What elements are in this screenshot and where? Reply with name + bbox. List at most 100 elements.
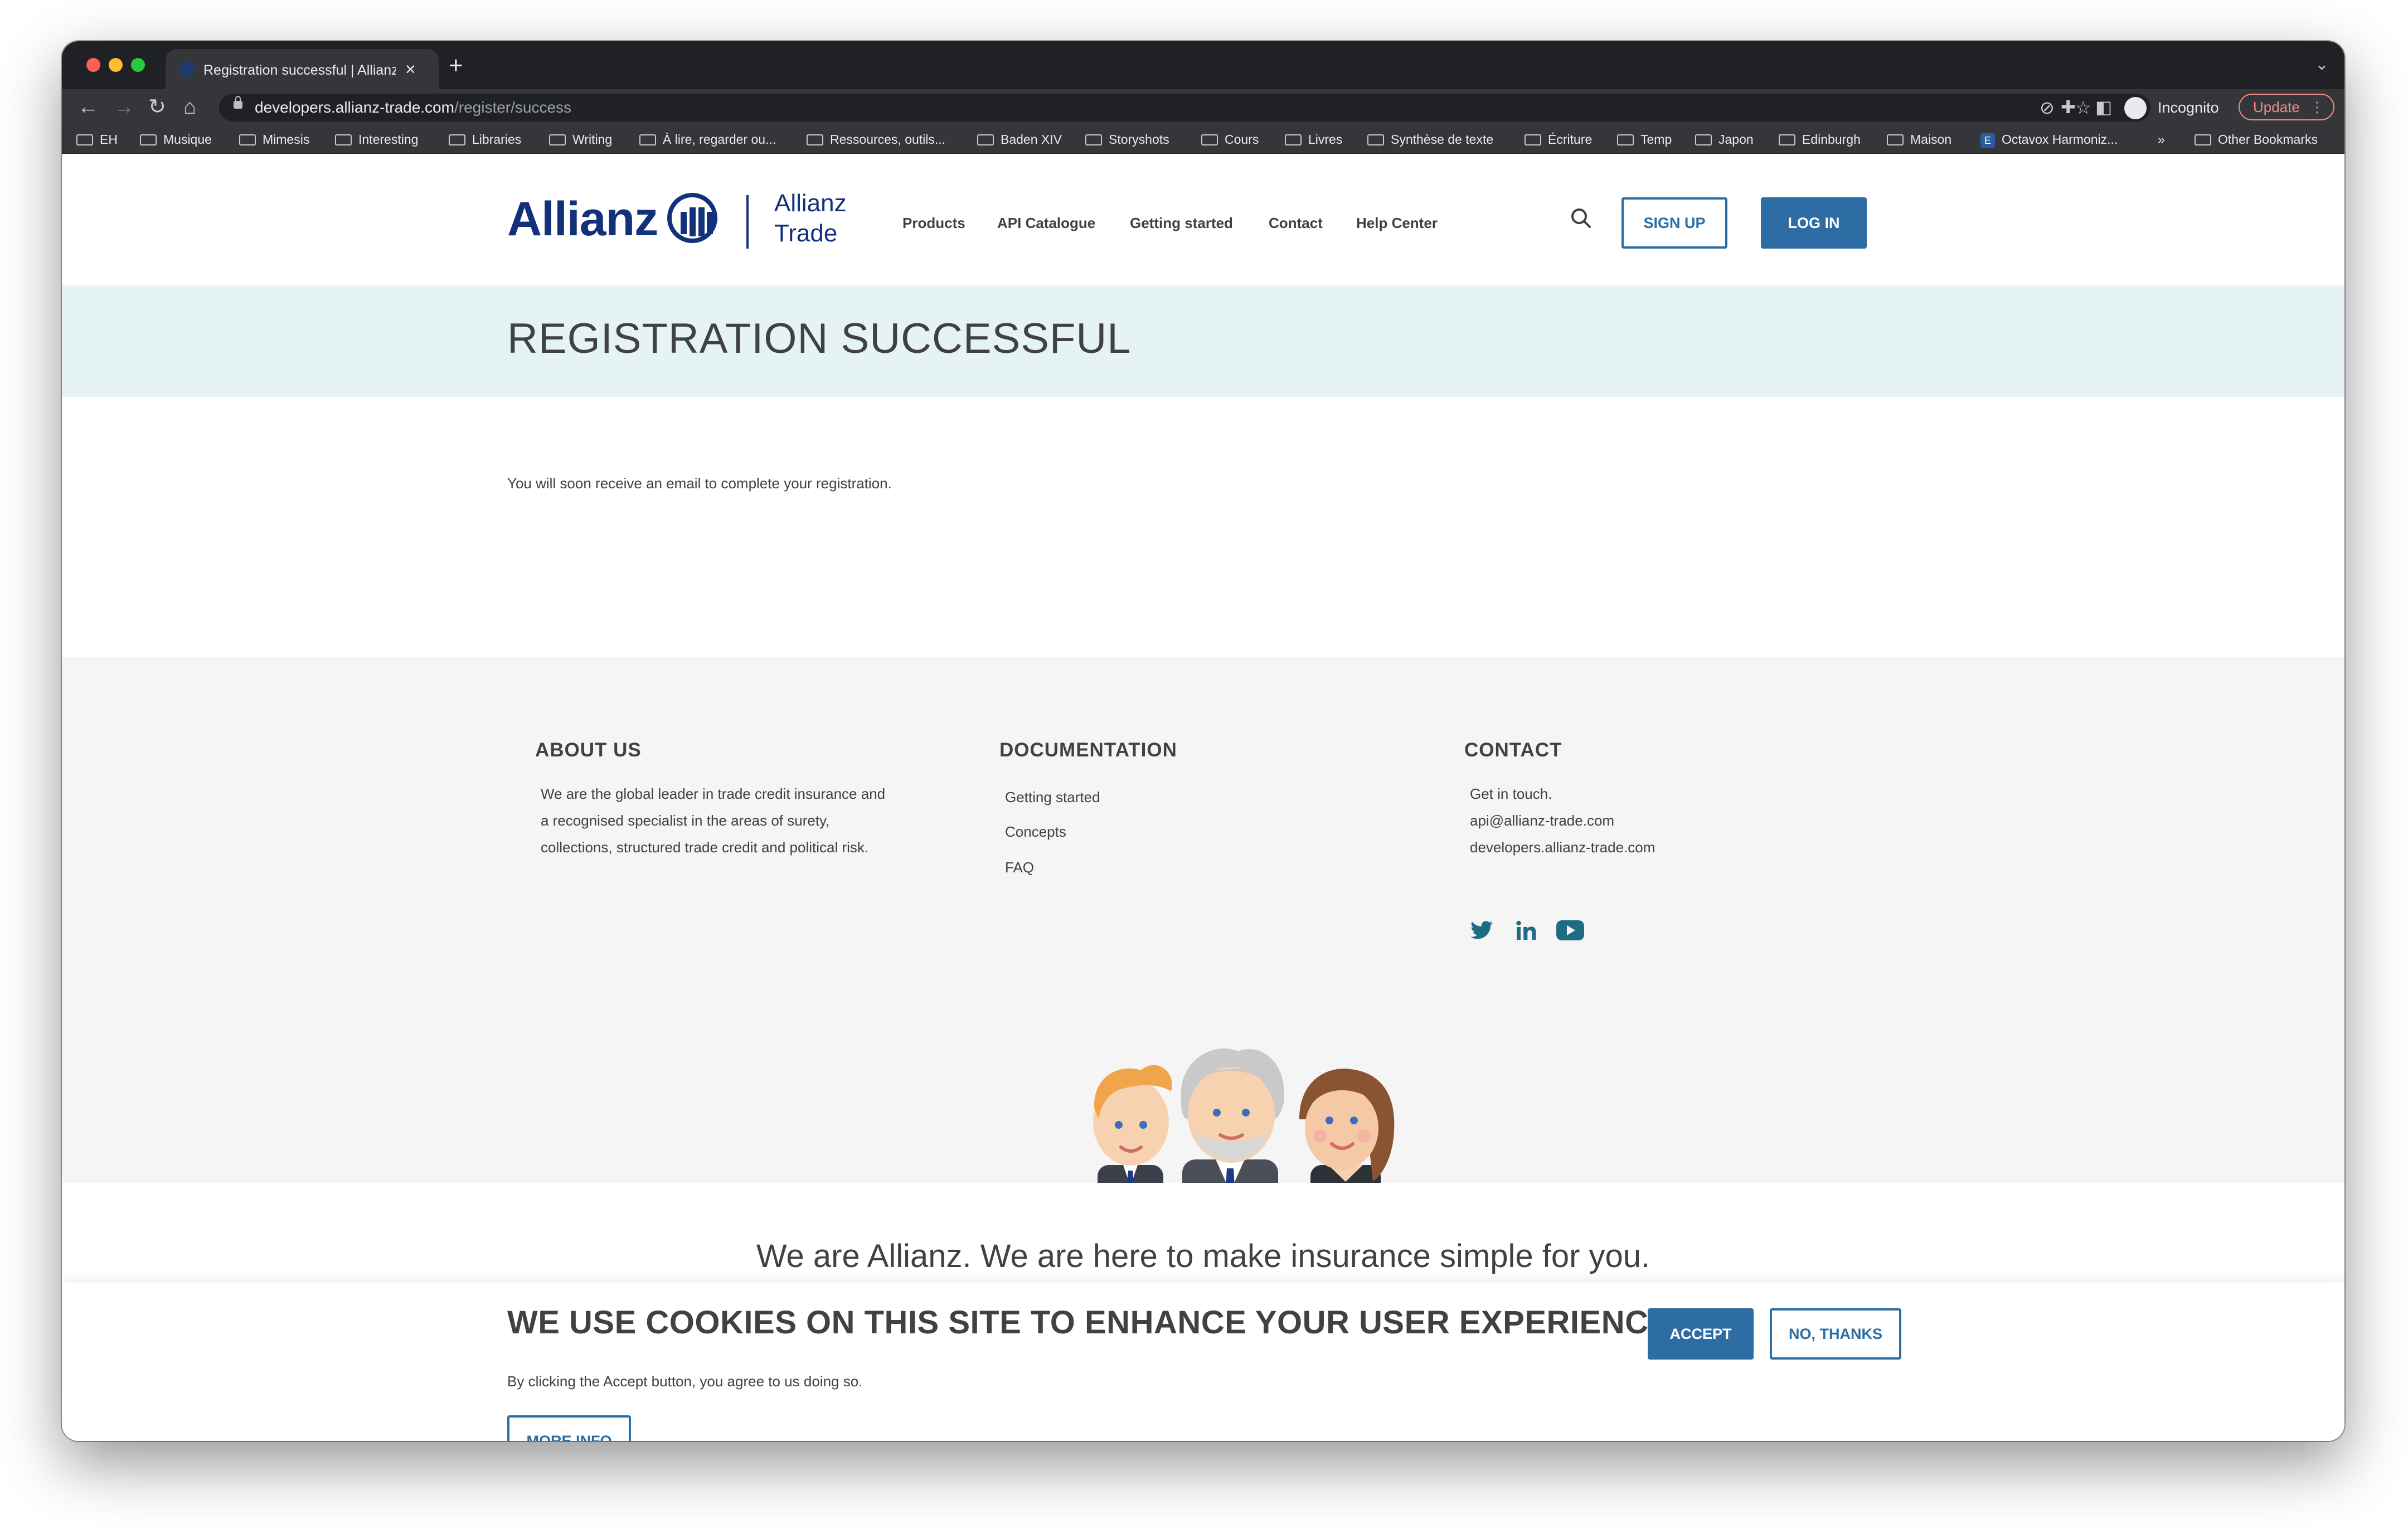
bookmarks-bar: EH Musique Mimesis Interesting Libraries… [62, 125, 2344, 154]
contact-heading: CONTACT [1464, 739, 1562, 761]
bookmark-item[interactable]: Livres [1285, 130, 1342, 148]
folder-icon [1525, 134, 1541, 145]
about-us-text: We are the global leader in trade credit… [541, 785, 886, 856]
url-text[interactable]: developers.allianz-trade.com/register/su… [255, 98, 571, 117]
browser-tab[interactable]: Registration successful | Allianz × [166, 49, 439, 89]
contact-site-link[interactable]: developers.allianz-trade.com [1470, 834, 1655, 861]
home-icon[interactable]: ⌂ [183, 95, 196, 119]
folder-icon [549, 134, 566, 145]
doc-link-concepts[interactable]: Concepts [1005, 823, 1066, 841]
log-in-button[interactable]: LOG IN [1761, 197, 1867, 249]
accept-cookies-button[interactable]: ACCEPT [1648, 1308, 1754, 1360]
bookmark-item[interactable]: Storyshots [1085, 130, 1169, 148]
allianz-trade-logo-text[interactable]: Allianz Trade [774, 188, 847, 249]
contact-email-link[interactable]: api@allianz-trade.com [1470, 807, 1655, 834]
people-illustration [1093, 1048, 1395, 1203]
tab-close-icon[interactable]: × [405, 59, 416, 79]
folder-icon [1887, 134, 1904, 145]
bookmark-item[interactable]: Japon [1695, 130, 1754, 148]
favicon-icon [179, 61, 195, 77]
folder-icon [335, 134, 352, 145]
bookmark-item[interactable]: Interesting [335, 130, 418, 148]
lock-icon [234, 96, 242, 109]
bookmark-item[interactable]: E Octavox Harmoniz... [1980, 130, 2118, 148]
close-window-button[interactable] [86, 58, 100, 72]
folder-icon [1367, 134, 1384, 145]
bookmark-item[interactable]: Ressources, outils... [807, 130, 945, 148]
octavox-favicon-icon: E [1980, 133, 1995, 148]
doc-link-getting-started[interactable]: Getting started [1005, 788, 1100, 806]
bookmark-item[interactable]: Baden XIV [977, 130, 1062, 148]
nav-getting-started[interactable]: Getting started [1130, 214, 1233, 232]
confirmation-message: You will soon receive an email to comple… [507, 475, 892, 492]
twitter-icon[interactable] [1470, 920, 1494, 940]
doc-link-faq[interactable]: FAQ [1005, 858, 1034, 876]
tab-title: Registration successful | Allianz [203, 62, 396, 78]
about-us-heading: ABOUT US [535, 739, 642, 761]
contact-text: Get in touch. api@allianz-trade.com deve… [1470, 780, 1655, 861]
sign-up-button[interactable]: SIGN UP [1621, 197, 1727, 249]
browser-toolbar: ← → ↻ ⌂ developers.allianz-trade.com/reg… [62, 89, 2344, 125]
incognito-label: Incognito [2158, 99, 2219, 116]
eye-off-icon[interactable]: ⊘ [2040, 97, 2055, 118]
folder-icon [977, 134, 994, 145]
update-label: Update [2253, 99, 2300, 115]
bookmark-item[interactable]: Écriture [1525, 130, 1592, 148]
folder-icon [1779, 134, 1795, 145]
back-icon[interactable]: ← [77, 95, 99, 119]
folder-icon [449, 134, 465, 145]
address-bar[interactable]: developers.allianz-trade.com/register/su… [219, 94, 2150, 122]
bookmark-item[interactable]: Writing [549, 130, 612, 148]
bookmark-item[interactable]: Temp [1617, 130, 1672, 148]
decline-cookies-button[interactable]: NO, THANKS [1770, 1308, 1901, 1360]
more-info-button[interactable]: MORE INFO [507, 1415, 631, 1441]
extensions-icon[interactable]: ✚ [2061, 95, 2076, 119]
maximize-window-button[interactable] [131, 58, 145, 72]
reload-icon[interactable]: ↻ [148, 95, 166, 119]
folder-icon [76, 134, 93, 145]
nav-contact[interactable]: Contact [1269, 214, 1323, 232]
nav-api-catalogue[interactable]: API Catalogue [997, 214, 1095, 232]
allianz-eagle-logo-icon[interactable] [667, 193, 717, 243]
cookie-text: By clicking the Accept button, you agree… [507, 1373, 863, 1390]
nav-help-center[interactable]: Help Center [1356, 214, 1438, 232]
bookmark-item[interactable]: Edinburgh [1779, 130, 1861, 148]
incognito-icon[interactable] [2124, 97, 2147, 119]
linkedin-icon[interactable] [1516, 920, 1537, 941]
folder-icon [2195, 134, 2211, 145]
search-icon[interactable] [1570, 207, 1591, 229]
forward-icon[interactable]: → [113, 95, 134, 119]
tab-search-chevron-icon[interactable]: ⌄ [2315, 55, 2329, 74]
logo-divider [746, 195, 749, 249]
star-icon[interactable]: ☆ [2075, 97, 2091, 118]
bookmark-item[interactable]: Musique [140, 130, 212, 148]
allianz-logo-text[interactable]: Allianz [507, 192, 658, 247]
browser-window: Registration successful | Allianz × + ⌄ … [62, 41, 2344, 1441]
tagline: We are Allianz. We are here to make insu… [756, 1238, 1650, 1274]
update-button[interactable]: Update ⋮ [2239, 94, 2334, 120]
bookmark-item[interactable]: Cours [1201, 130, 1259, 148]
side-panel-icon[interactable]: ◧ [2095, 95, 2112, 119]
folder-icon [239, 134, 256, 145]
bookmarks-overflow-button[interactable]: » [2158, 130, 2165, 148]
folder-icon [1695, 134, 1712, 145]
folder-icon [1285, 134, 1302, 145]
new-tab-icon[interactable]: + [449, 54, 463, 78]
bookmark-item[interactable]: EH [76, 130, 118, 148]
minimize-window-button[interactable] [109, 58, 123, 72]
folder-icon [1085, 134, 1102, 145]
bookmark-item[interactable]: Maison [1887, 130, 1951, 148]
more-menu-icon[interactable]: ⋮ [2310, 95, 2324, 119]
bookmark-item[interactable]: À lire, regarder ou... [639, 130, 776, 148]
bookmark-item[interactable]: Synthèse de texte [1367, 130, 1493, 148]
bookmark-item[interactable]: Mimesis [239, 130, 309, 148]
documentation-heading: DOCUMENTATION [999, 739, 1177, 761]
folder-icon [639, 134, 656, 145]
youtube-icon[interactable] [1556, 920, 1585, 941]
other-bookmarks[interactable]: Other Bookmarks [2195, 130, 2318, 148]
bookmark-item[interactable]: Libraries [449, 130, 521, 148]
folder-icon [807, 134, 823, 145]
web-page: Allianz Allianz Trade Products API Catal… [62, 154, 2344, 1441]
nav-products[interactable]: Products [902, 214, 965, 232]
cookie-title: WE USE COOKIES ON THIS SITE TO ENHANCE Y… [507, 1304, 1671, 1341]
